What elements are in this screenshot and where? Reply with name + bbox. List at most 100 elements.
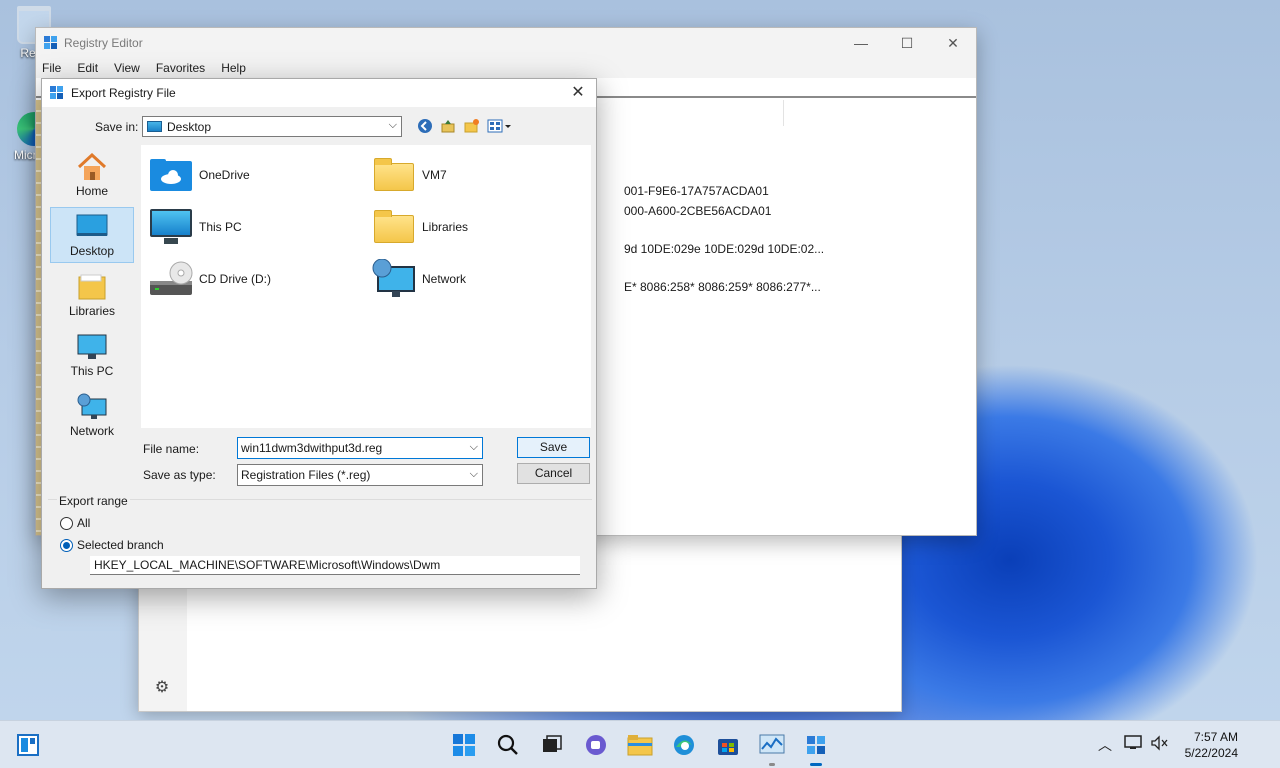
- up-folder-button[interactable]: [438, 118, 458, 136]
- new-folder-icon: [464, 119, 479, 133]
- radio-all[interactable]: All: [60, 516, 90, 530]
- network-icon[interactable]: [1124, 735, 1142, 754]
- chevron-down-icon: ⌵: [388, 119, 397, 131]
- this-pc-icon: [149, 207, 193, 247]
- folder-icon: [372, 155, 416, 195]
- edge-icon: [674, 735, 694, 755]
- value-row[interactable]: 9d 10DE:029e 10DE:029d 10DE:02...: [624, 242, 824, 256]
- value-row[interactable]: E* 8086:258* 8086:259* 8086:277*...: [624, 280, 821, 294]
- radio-selected-branch[interactable]: Selected branch: [60, 538, 164, 552]
- menu-edit[interactable]: Edit: [75, 61, 106, 75]
- file-item-vm7[interactable]: VM7: [372, 153, 582, 197]
- place-label: This PC: [70, 364, 114, 378]
- save-button[interactable]: Save: [517, 437, 590, 458]
- save-as-type-value: Registration Files (*.reg): [241, 468, 371, 482]
- place-desktop[interactable]: Desktop: [50, 207, 134, 263]
- dialog-close-button[interactable]: ✕: [566, 81, 590, 105]
- view-menu-button[interactable]: [486, 118, 514, 136]
- task-manager-icon: [759, 734, 785, 754]
- save-as-type-dropdown[interactable]: Registration Files (*.reg) ⌵: [237, 464, 483, 486]
- store-button[interactable]: [712, 729, 744, 761]
- file-list: OneDrive VM7 This PC Libraries CD Drive …: [141, 145, 591, 428]
- dialog-title: Export Registry File: [71, 86, 176, 100]
- close-button[interactable]: ✕: [930, 28, 976, 58]
- file-explorer-icon: [627, 735, 653, 756]
- chevron-up-icon[interactable]: ︿: [1098, 735, 1112, 755]
- file-item-label: CD Drive (D:): [199, 272, 271, 286]
- windows-start-icon: [453, 734, 475, 756]
- file-item-cd-drive[interactable]: CD Drive (D:): [149, 257, 359, 301]
- place-this-pc[interactable]: This PC: [50, 328, 134, 384]
- store-icon: [718, 739, 738, 755]
- value-row[interactable]: 000-A600-2CBE56ACDA01: [624, 204, 771, 218]
- edge-button[interactable]: [668, 729, 700, 761]
- place-label: Network: [69, 424, 114, 438]
- title-bar[interactable]: Registry Editor: [36, 28, 976, 58]
- home-icon: [76, 152, 108, 181]
- file-item-this-pc[interactable]: This PC: [149, 205, 359, 249]
- file-item-network[interactable]: Network: [372, 257, 582, 301]
- dialog-title-bar[interactable]: Export Registry File: [42, 79, 596, 107]
- save-in-label: Save in:: [95, 120, 139, 134]
- search-icon: [497, 734, 518, 755]
- menu-bar: File Edit View Favorites Help: [36, 58, 976, 78]
- export-range-group: Export range All Selected branch HKEY_LO…: [48, 494, 592, 581]
- up-folder-icon: [441, 120, 455, 133]
- place-label: Home: [75, 184, 108, 198]
- registry-editor-icon: [807, 736, 825, 754]
- widgets-icon: [17, 734, 39, 756]
- value-row[interactable]: 001-F9E6-17A757ACDA01: [624, 184, 769, 198]
- places-bar: Home Desktop Libraries This PC Network: [49, 143, 136, 499]
- file-name-input[interactable]: win11dwm3dwithput3d.reg ⌵: [237, 437, 483, 459]
- task-manager-button[interactable]: [756, 729, 788, 766]
- monitor-network-icon: [1124, 735, 1142, 749]
- maximize-button[interactable]: ☐: [884, 28, 930, 58]
- registry-editor-button[interactable]: [800, 729, 832, 766]
- file-item-libraries[interactable]: Libraries: [372, 205, 582, 249]
- task-view-button[interactable]: [536, 729, 568, 761]
- volume-muted-icon[interactable]: [1150, 735, 1168, 754]
- network-icon: [372, 258, 416, 299]
- place-network[interactable]: Network: [50, 388, 134, 444]
- clock[interactable]: 7:57 AM 5/22/2024: [1185, 729, 1238, 761]
- view-menu-icon: [487, 119, 511, 133]
- file-explorer-button[interactable]: [624, 729, 656, 761]
- branch-path-field[interactable]: HKEY_LOCAL_MACHINE\SOFTWARE\Microsoft\Wi…: [90, 556, 580, 575]
- file-item-onedrive[interactable]: OneDrive: [149, 153, 359, 197]
- save-in-value: Desktop: [167, 119, 212, 134]
- chat-button[interactable]: [580, 729, 612, 761]
- save-as-type-label: Save as type:: [143, 468, 216, 482]
- file-name-label: File name:: [143, 442, 200, 456]
- back-arrow-icon: [418, 119, 432, 133]
- menu-view[interactable]: View: [112, 61, 148, 75]
- start-button[interactable]: [448, 729, 480, 761]
- radio-button[interactable]: [60, 516, 73, 530]
- menu-file[interactable]: File: [40, 61, 69, 75]
- libraries-icon: [76, 273, 108, 301]
- clock-time: 7:57 AM: [1193, 730, 1238, 744]
- back-button[interactable]: [415, 118, 435, 136]
- column-divider[interactable]: [783, 100, 784, 126]
- onedrive-folder-icon: [149, 155, 193, 195]
- export-registry-dialog: Export Registry File ✕ Save in: Desktop …: [41, 78, 597, 589]
- search-button[interactable]: [492, 729, 524, 761]
- file-item-label: Network: [422, 272, 467, 286]
- menu-help[interactable]: Help: [219, 61, 254, 75]
- gear-icon[interactable]: ⚙: [153, 679, 171, 697]
- menu-favorites[interactable]: Favorites: [154, 61, 213, 75]
- place-label: Libraries: [68, 304, 116, 318]
- taskbar: ︿ 7:57 AM 5/22/2024: [0, 720, 1280, 768]
- chevron-down-icon[interactable]: ⌵: [470, 441, 478, 454]
- radio-button[interactable]: [60, 538, 73, 552]
- radio-label: Selected branch: [77, 538, 164, 552]
- widgets-button[interactable]: [12, 729, 44, 761]
- minimize-button[interactable]: —: [838, 28, 884, 58]
- place-home[interactable]: Home: [50, 148, 134, 204]
- place-libraries[interactable]: Libraries: [50, 268, 134, 324]
- network-icon: [76, 393, 108, 421]
- registry-editor-icon: [50, 86, 63, 99]
- save-in-dropdown[interactable]: Desktop ⌵: [142, 116, 402, 137]
- new-folder-button[interactable]: [462, 118, 482, 136]
- cancel-button[interactable]: Cancel: [517, 463, 590, 484]
- file-item-label: Libraries: [422, 220, 469, 234]
